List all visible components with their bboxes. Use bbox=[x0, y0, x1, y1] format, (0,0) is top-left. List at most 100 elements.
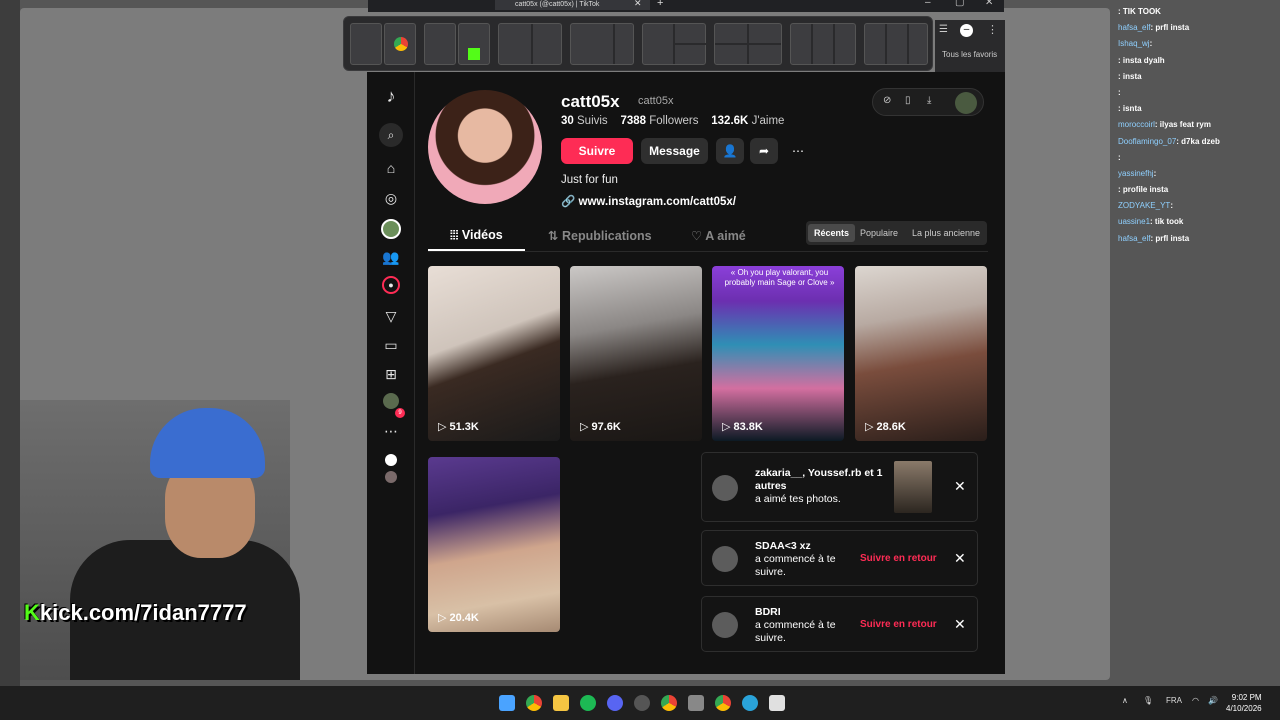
browser-tab[interactable]: catt05x (@catt05x) | TikTok bbox=[495, 0, 650, 10]
share-icon[interactable]: ➦ bbox=[750, 138, 778, 164]
video-thumbnail[interactable]: ▷ 20.4K bbox=[428, 457, 560, 632]
microphone-icon[interactable]: 🎙 bbox=[1143, 696, 1153, 705]
search-icon[interactable]: ⌕ bbox=[379, 123, 403, 147]
view-count: ▷ 28.6K bbox=[865, 421, 906, 433]
chat-message: uassine1: tik took bbox=[1118, 217, 1184, 227]
snap-layout-1[interactable] bbox=[350, 23, 382, 65]
coins-icon[interactable]: ⊘ bbox=[883, 95, 891, 106]
add-friend-icon[interactable]: 👤 bbox=[716, 138, 744, 164]
live-icon[interactable]: ● bbox=[382, 276, 400, 294]
sort-segment: Récents Populaire La plus ancienne bbox=[806, 221, 987, 245]
minimize-icon[interactable]: – bbox=[925, 0, 931, 8]
view-count: ▷ 20.4K bbox=[438, 612, 479, 624]
tray-chevron-icon[interactable]: ∧ bbox=[1122, 696, 1128, 705]
video-thumbnail[interactable]: ▷ 28.6K bbox=[855, 266, 987, 441]
tab-liked[interactable]: ♡ A aimé bbox=[691, 228, 746, 243]
settings-icon[interactable] bbox=[688, 695, 704, 711]
obs-icon[interactable] bbox=[634, 695, 650, 711]
messages-icon[interactable]: ▭ bbox=[381, 335, 401, 355]
snap-layout-4[interactable] bbox=[570, 23, 634, 65]
kick-url-overlay: Kkick.com/7idan7777 bbox=[24, 600, 247, 625]
notification-toast[interactable]: zakaria__, Youssef.rb et 1 autres a aimé … bbox=[701, 452, 978, 522]
wifi-icon[interactable]: ◠ bbox=[1192, 696, 1199, 705]
friends-icon[interactable]: 👥 bbox=[381, 247, 401, 267]
sort-recent[interactable]: Récents bbox=[808, 224, 856, 242]
follow-back-button[interactable]: Suivre en retour bbox=[860, 553, 937, 564]
close-window-icon[interactable]: ✕ bbox=[985, 0, 993, 8]
snap-layout-2[interactable] bbox=[424, 23, 456, 65]
video-thumbnail[interactable]: « Oh you play valorant, you probably mai… bbox=[712, 266, 844, 441]
close-icon[interactable]: ✕ bbox=[954, 478, 966, 495]
profile-nickname: catt05x bbox=[638, 95, 674, 107]
profile-avatar[interactable] bbox=[428, 90, 542, 204]
clock[interactable]: 9:02 PM 4/10/2026 bbox=[1226, 692, 1262, 714]
followers-count[interactable]: 7388 bbox=[620, 115, 646, 127]
inbox-send-icon[interactable]: ▽ bbox=[381, 306, 401, 326]
tiktok-logo-icon[interactable]: ♪ bbox=[381, 86, 401, 106]
following-avatar-icon[interactable] bbox=[381, 219, 401, 239]
telegram-icon[interactable] bbox=[742, 695, 758, 711]
device-icon[interactable]: ▯ bbox=[905, 95, 911, 106]
follow-button[interactable]: Suivre bbox=[561, 138, 633, 164]
more-menu-icon[interactable]: ⋮ bbox=[987, 23, 998, 36]
tab-reposts[interactable]: ⇅ Republications bbox=[548, 228, 652, 243]
chat-message: : bbox=[1118, 152, 1121, 162]
extensions-icon[interactable]: ☰ bbox=[939, 24, 948, 35]
sort-oldest[interactable]: La plus ancienne bbox=[906, 224, 986, 242]
close-icon[interactable]: ✕ bbox=[954, 616, 966, 633]
profile-minus-icon[interactable]: – bbox=[960, 24, 973, 37]
start-icon[interactable] bbox=[499, 695, 515, 711]
tab-videos[interactable]: ⦙⦙⦙ Vidéos bbox=[450, 228, 503, 243]
profile-avatar-icon[interactable] bbox=[383, 393, 399, 409]
notification-thumbnail[interactable] bbox=[894, 461, 932, 513]
following-label[interactable]: Suivis bbox=[577, 115, 608, 127]
snap-layout-3[interactable] bbox=[498, 23, 562, 65]
profile-link-text[interactable]: www.instagram.com/catt05x/ bbox=[579, 196, 736, 208]
view-count: ▷ 51.3K bbox=[438, 421, 479, 433]
chrome-taskbar-icon[interactable] bbox=[526, 695, 542, 711]
notification-avatar bbox=[712, 546, 738, 572]
account-switch-icon[interactable] bbox=[385, 471, 397, 483]
maximize-icon[interactable]: ▢ bbox=[955, 0, 964, 8]
snap-layout-chrome[interactable] bbox=[384, 23, 416, 65]
notification-toast[interactable]: SDAA<3 xz a commencé à te suivre. Suivre … bbox=[701, 530, 978, 586]
language-indicator[interactable]: FRA bbox=[1166, 696, 1182, 705]
more-options-icon[interactable]: ⋯ bbox=[784, 138, 812, 164]
user-avatar[interactable] bbox=[955, 92, 977, 114]
video-thumbnail[interactable]: ▷ 51.3K bbox=[428, 266, 560, 441]
tab-close-icon[interactable]: ✕ bbox=[634, 0, 642, 9]
taskbar: ∧ 🎙 FRA ◠ 🔊 9:02 PM 4/10/2026 bbox=[0, 686, 1280, 720]
snap-layouts-bar bbox=[343, 16, 933, 71]
close-icon[interactable]: ✕ bbox=[954, 550, 966, 567]
message-button[interactable]: Message bbox=[641, 138, 708, 164]
more-dots-icon[interactable]: ⋯ bbox=[381, 421, 401, 441]
app-icon[interactable] bbox=[769, 695, 785, 711]
explore-icon[interactable]: ◎ bbox=[381, 188, 401, 208]
profile-tabs: ⦙⦙⦙ Vidéos ⇅ Republications ♡ A aimé Réc… bbox=[428, 221, 988, 252]
snap-layout-8[interactable] bbox=[864, 23, 928, 65]
volume-icon[interactable]: 🔊 bbox=[1208, 696, 1218, 705]
file-explorer-icon[interactable] bbox=[553, 695, 569, 711]
following-count[interactable]: 30 bbox=[561, 115, 574, 127]
notification-avatar bbox=[712, 475, 738, 501]
followers-label[interactable]: Followers bbox=[649, 115, 698, 127]
download-icon[interactable]: ⤓ bbox=[927, 95, 931, 106]
notification-text: zakaria__, Youssef.rb et 1 autres a aimé … bbox=[755, 467, 883, 505]
sort-popular[interactable]: Populaire bbox=[854, 224, 904, 242]
chrome-active-icon[interactable] bbox=[715, 695, 731, 711]
new-tab-icon[interactable]: + bbox=[657, 0, 663, 9]
follow-back-button[interactable]: Suivre en retour bbox=[860, 619, 937, 630]
home-icon[interactable]: ⌂ bbox=[381, 158, 401, 178]
snap-layout-5[interactable] bbox=[642, 23, 706, 65]
snap-layout-6[interactable] bbox=[714, 23, 782, 65]
notification-toast[interactable]: BDRI a commencé à te suivre. Suivre en re… bbox=[701, 596, 978, 652]
spotify-icon[interactable] bbox=[580, 695, 596, 711]
snap-layout-7[interactable] bbox=[790, 23, 856, 65]
bookmarks-label[interactable]: Tous les favoris bbox=[942, 50, 997, 59]
chrome-profile-icon[interactable] bbox=[661, 695, 677, 711]
discord-icon[interactable] bbox=[607, 695, 623, 711]
profile-link[interactable]: 🔗 www.instagram.com/catt05x/ bbox=[561, 194, 736, 208]
video-thumbnail[interactable]: ▷ 97.6K bbox=[570, 266, 702, 441]
snap-layout-kick[interactable] bbox=[458, 23, 490, 65]
upload-icon[interactable]: ⊞ bbox=[381, 364, 401, 384]
